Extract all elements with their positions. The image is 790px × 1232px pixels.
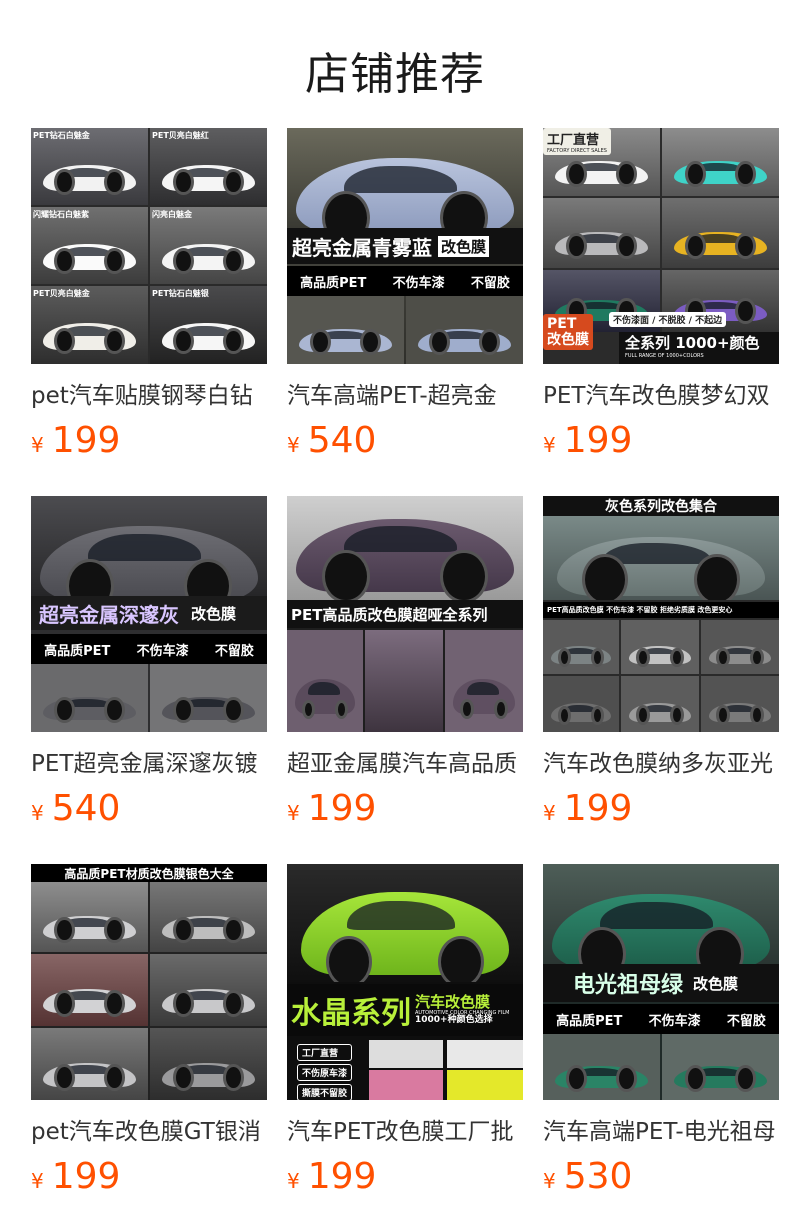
currency-symbol: ¥ [31,1169,44,1193]
image-strip: PET高品质改色膜 不伤车漆 不留胶 拒绝劣质膜 改色更安心 [547,606,733,614]
image-feature: 不伤车漆 [648,1013,701,1029]
image-series: 全系列 1000+颜色 [625,334,760,352]
image-label: PET贝亮白魅红 [152,131,209,140]
image-feature: 不伤车漆 [392,275,445,291]
image-tags: 不伤漆面 / 不脱胶 / 不起边 [609,312,727,327]
feature-list: 工厂直营 不伤原车漆 撕膜不留胶 [297,1044,353,1100]
product-name[interactable]: 汽车高端PET-超亮金 [287,380,523,412]
image-label: PET贝亮白魅金 [33,289,90,298]
image-headline: 超亮金属深邃灰 [39,602,179,627]
currency-symbol: ¥ [287,1169,300,1193]
image-count: 1000+种颜色选择 [415,1015,493,1026]
currency-symbol: ¥ [31,801,44,825]
product-price: ¥ 199 [287,788,523,834]
product-image[interactable]: 超亮金属深邃灰 改色膜 高品质PET 不伤车漆 不留胶 [31,496,267,732]
product-card[interactable]: 高品质PET材质改色膜银色大全 pet汽车改色膜GT银消 ¥ 199 [31,864,267,1202]
product-image[interactable]: 电光祖母绿 改色膜 高品质PET 不伤车漆 不留胶 [543,864,779,1100]
product-image[interactable]: 灰色系列改色集合 PET高品质改色膜 不伤车漆 不留胶 拒绝劣质膜 改色更安心 [543,496,779,732]
image-feature: 不伤原车漆 [297,1064,353,1081]
product-image[interactable]: 超亮金属青雾蓝 改色膜 高品质PET 不伤车漆 不留胶 [287,128,523,364]
image-badge: 改色膜 [191,604,237,623]
currency-symbol: ¥ [543,1169,556,1193]
price-value: 199 [563,420,633,461]
image-label: PET钻石白魅银 [152,289,209,298]
image-headline: 高品质PET材质改色膜银色大全 [64,866,234,881]
image-headline: 电光祖母绿 [573,973,684,998]
image-feature: 不留胶 [726,1013,766,1029]
product-price: ¥ 540 [31,788,267,834]
product-card[interactable]: 水晶系列 汽车改色膜 AUTOMOTIVE COLOR CHANGING FIL… [287,864,523,1202]
product-card[interactable]: 超亮金属深邃灰 改色膜 高品质PET 不伤车漆 不留胶 PET超亮金属深邃灰镀 … [31,496,267,834]
image-feature: 高品质PET [44,643,111,659]
currency-symbol: ¥ [543,801,556,825]
product-name[interactable]: pet汽车改色膜GT银消 [31,1116,267,1148]
product-card[interactable]: 灰色系列改色集合 PET高品质改色膜 不伤车漆 不留胶 拒绝劣质膜 改色更安心 … [543,496,779,834]
product-name[interactable]: 汽车改色膜纳多灰亚光 [543,748,779,780]
image-label: PET钻石白魅金 [33,131,90,140]
currency-symbol: ¥ [287,433,300,457]
currency-symbol: ¥ [543,433,556,457]
image-badge: 改色膜 [438,235,490,257]
price-value: 199 [51,1156,121,1197]
image-feature: 不伤车漆 [136,643,189,659]
product-price: ¥ 199 [31,420,267,466]
product-image[interactable]: PET高品质改色膜超哑全系列 [287,496,523,732]
product-name[interactable]: PET超亮金属深邃灰镀 [31,748,267,780]
product-price: ¥ 540 [287,420,523,466]
image-pet-badge: PET 改色膜 [543,314,593,350]
image-feature: 高品质PET [300,275,367,291]
price-value: 530 [563,1156,633,1197]
currency-symbol: ¥ [287,801,300,825]
product-price: ¥ 530 [543,1156,779,1202]
price-value: 540 [307,420,377,461]
product-image[interactable]: PET钻石白魅金 PET贝亮白魅红 闪耀钻石白魅紫 闪亮白魅金 PET贝亮白魅金… [31,128,267,364]
image-series: 水晶系列 [291,996,411,1031]
product-card[interactable]: 工厂直营 FACTORY DIRECT SALES PET 改色膜 不伤漆面 /… [543,128,779,466]
image-feature: 高品质PET [556,1013,623,1029]
product-name[interactable]: pet汽车贴膜钢琴白钻 [31,380,267,412]
image-label: 闪耀钻石白魅紫 [33,210,89,219]
product-price: ¥ 199 [31,1156,267,1202]
product-image[interactable]: 高品质PET材质改色膜银色大全 [31,864,267,1100]
image-feature: 工厂直营 [297,1044,353,1061]
product-card[interactable]: PET钻石白魅金 PET贝亮白魅红 闪耀钻石白魅紫 闪亮白魅金 PET贝亮白魅金… [31,128,267,466]
price-value: 540 [51,788,121,829]
product-name[interactable]: 汽车高端PET-电光祖母 [543,1116,779,1148]
image-label: 闪亮白魅金 [152,210,192,219]
image-feature: 不留胶 [470,275,510,291]
product-image[interactable]: 工厂直营 FACTORY DIRECT SALES PET 改色膜 不伤漆面 /… [543,128,779,364]
product-image[interactable]: 水晶系列 汽车改色膜 AUTOMOTIVE COLOR CHANGING FIL… [287,864,523,1100]
product-card[interactable]: 超亮金属青雾蓝 改色膜 高品质PET 不伤车漆 不留胶 汽车高端PET-超亮金 … [287,128,523,466]
image-headline: 灰色系列改色集合 [605,499,717,515]
product-price: ¥ 199 [543,788,779,834]
image-corner: 工厂直营 FACTORY DIRECT SALES [543,128,611,155]
image-feature: 撕膜不留胶 [297,1084,353,1100]
price-value: 199 [51,420,121,461]
image-headline: 超亮金属青雾蓝 [292,235,432,260]
product-grid: PET钻石白魅金 PET贝亮白魅红 闪耀钻石白魅紫 闪亮白魅金 PET贝亮白魅金… [0,0,790,1232]
product-name[interactable]: 汽车PET改色膜工厂批 [287,1116,523,1148]
price-value: 199 [307,1156,377,1197]
image-badge: 改色膜 [693,974,739,993]
image-title: 汽车改色膜 [415,993,491,1012]
product-price: ¥ 199 [287,1156,523,1202]
price-value: 199 [307,788,377,829]
product-card[interactable]: 电光祖母绿 改色膜 高品质PET 不伤车漆 不留胶 汽车高端PET-电光祖母 ¥… [543,864,779,1202]
currency-symbol: ¥ [31,433,44,457]
product-price: ¥ 199 [543,420,779,466]
product-name[interactable]: 超亚金属膜汽车高品质 [287,748,523,780]
product-card[interactable]: PET高品质改色膜超哑全系列 超亚金属膜汽车高品质 ¥ 199 [287,496,523,834]
price-value: 199 [563,788,633,829]
image-series-sub: FULL RANGE OF 1000+COLORS [625,353,704,359]
product-name[interactable]: PET汽车改色膜梦幻双 [543,380,779,412]
image-feature: 不留胶 [214,643,254,659]
image-headline: PET高品质改色膜超哑全系列 [291,605,488,624]
